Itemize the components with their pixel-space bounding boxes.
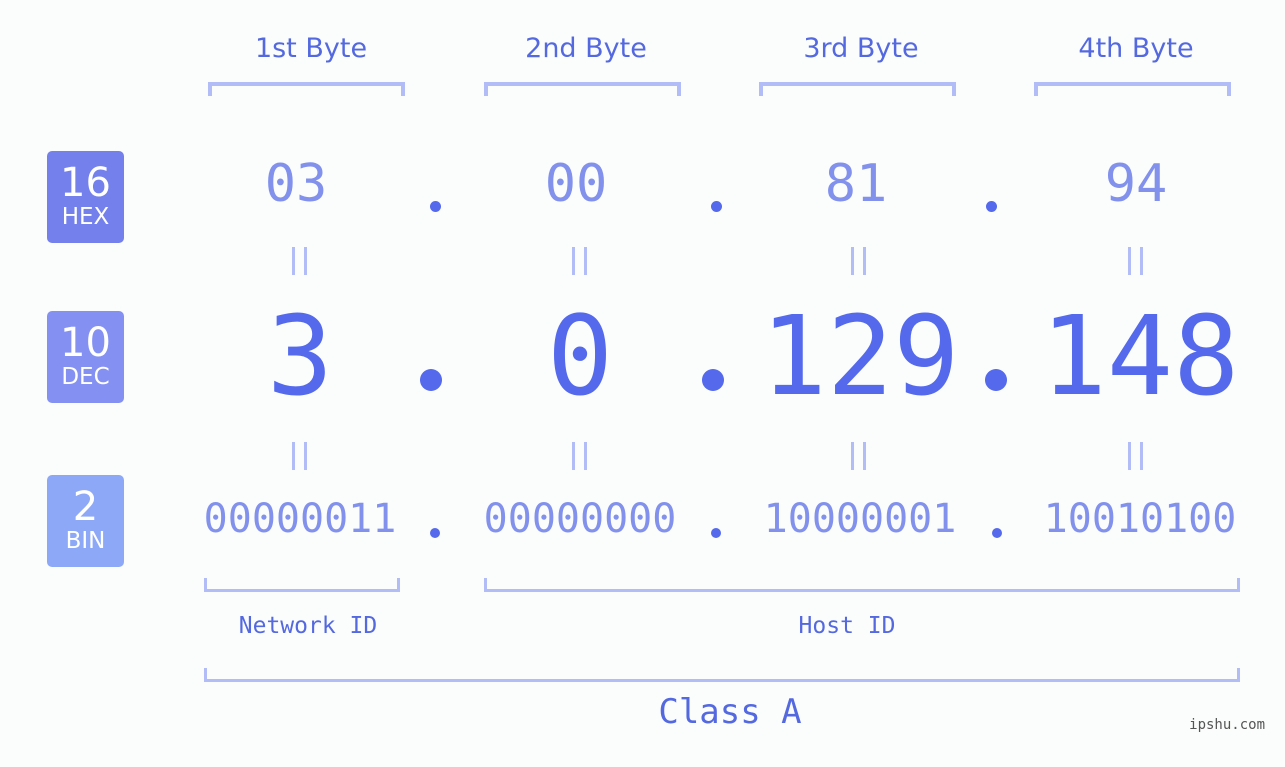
byte-bracket-2: [484, 82, 681, 96]
watermark: ipshu.com: [1189, 717, 1265, 733]
network-id-bracket: [204, 578, 400, 592]
hex-label: HEX: [61, 204, 110, 230]
dec-dot-1: [420, 369, 442, 391]
bin-value-1: 00000011: [203, 496, 397, 542]
dec-label: DEC: [61, 364, 110, 390]
network-id-label: Network ID: [238, 613, 378, 639]
dec-value-4: 148: [1040, 292, 1240, 420]
hex-value-3: 81: [824, 154, 888, 214]
equals-icon: [1128, 247, 1143, 275]
equals-icon: [1128, 442, 1143, 470]
dec-badge: 10 DEC: [47, 311, 124, 403]
bin-badge: 2 BIN: [47, 475, 124, 567]
hex-base: 16: [60, 160, 111, 206]
bin-value-2: 00000000: [483, 496, 677, 542]
dec-value-3: 129: [760, 292, 960, 420]
host-id-label: Host ID: [798, 613, 896, 639]
bin-dot-3: [992, 528, 1002, 538]
equals-icon: [572, 442, 587, 470]
equals-icon: [292, 442, 307, 470]
hex-dot-3: [986, 201, 997, 212]
hex-value-1: 03: [264, 154, 328, 214]
hex-dot-1: [430, 201, 441, 212]
dec-base: 10: [60, 320, 111, 366]
hex-dot-2: [711, 201, 722, 212]
byte-label-2: 2nd Byte: [525, 33, 647, 64]
bin-base: 2: [72, 484, 99, 530]
hex-badge: 16 HEX: [47, 151, 124, 243]
byte-label-3: 3rd Byte: [803, 33, 919, 64]
dec-value-2: 0: [546, 292, 614, 420]
bin-value-3: 10000001: [763, 496, 957, 542]
class-label: Class A: [658, 692, 802, 732]
bin-value-4: 10010100: [1043, 496, 1237, 542]
byte-bracket-1: [208, 82, 405, 96]
bin-label: BIN: [65, 528, 106, 554]
equals-icon: [851, 442, 866, 470]
equals-icon: [572, 247, 587, 275]
bin-dot-2: [711, 528, 721, 538]
equals-icon: [851, 247, 866, 275]
dec-dot-2: [702, 369, 724, 391]
hex-value-2: 00: [544, 154, 608, 214]
host-id-bracket: [484, 578, 1240, 592]
byte-bracket-4: [1034, 82, 1231, 96]
byte-label-1: 1st Byte: [254, 33, 368, 64]
hex-value-4: 94: [1104, 154, 1168, 214]
dec-dot-3: [985, 369, 1007, 391]
class-bracket: [204, 668, 1240, 682]
equals-icon: [292, 247, 307, 275]
dec-value-1: 3: [266, 292, 334, 420]
byte-bracket-3: [759, 82, 956, 96]
byte-label-4: 4th Byte: [1078, 33, 1194, 64]
bin-dot-1: [430, 528, 440, 538]
